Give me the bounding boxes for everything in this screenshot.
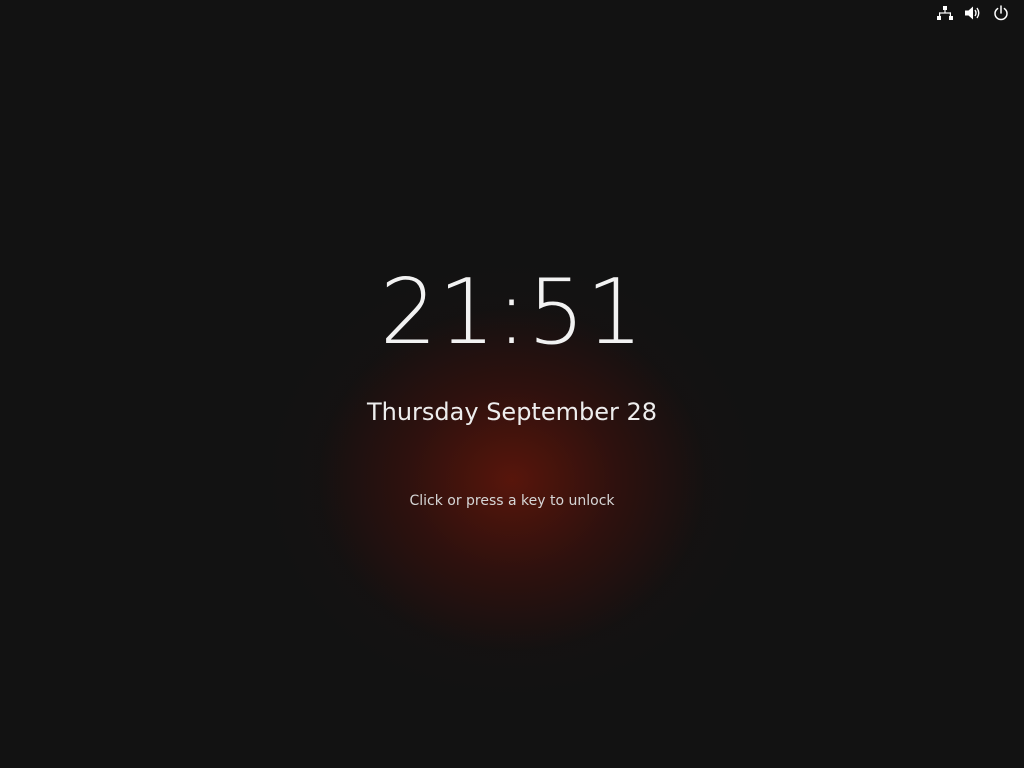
volume-icon[interactable] bbox=[964, 4, 982, 22]
system-status-area[interactable] bbox=[936, 4, 1010, 22]
network-icon[interactable] bbox=[936, 4, 954, 22]
power-icon[interactable] bbox=[992, 4, 1010, 22]
clock-date: Thursday September 28 bbox=[366, 398, 658, 426]
clock-time: 21:51 bbox=[379, 260, 645, 365]
lock-screen[interactable]: 21:51 Thursday September 28 Click or pre… bbox=[0, 0, 1024, 768]
unlock-hint: Click or press a key to unlock bbox=[409, 493, 615, 509]
